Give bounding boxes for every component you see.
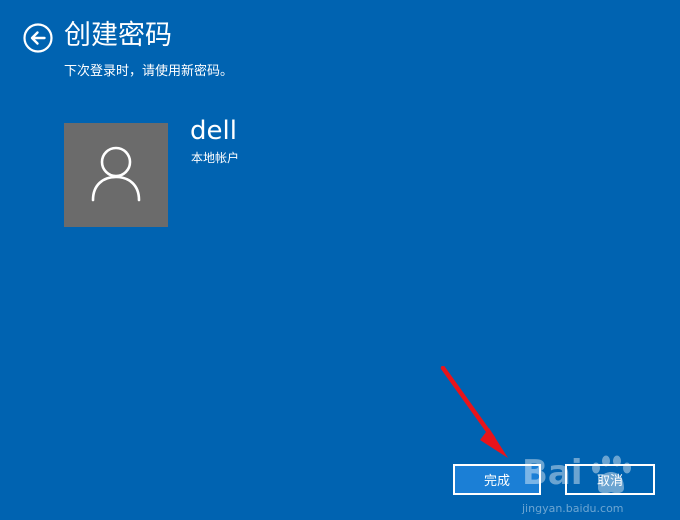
avatar	[64, 123, 168, 227]
page-subtitle: 下次登录时，请使用新密码。	[64, 64, 234, 79]
user-icon	[91, 146, 141, 202]
account-type: 本地帐户	[191, 151, 240, 165]
finish-button[interactable]: 完成	[453, 464, 541, 495]
arrow-left-circle-icon	[23, 23, 53, 53]
watermark-url: jingyan.baidu.com	[522, 502, 624, 515]
page-title: 创建密码	[64, 20, 172, 51]
cancel-button[interactable]: 取消	[565, 464, 655, 495]
account-name: dell	[190, 116, 237, 146]
red-arrow-annotation	[440, 366, 508, 458]
back-button[interactable]	[23, 23, 53, 53]
